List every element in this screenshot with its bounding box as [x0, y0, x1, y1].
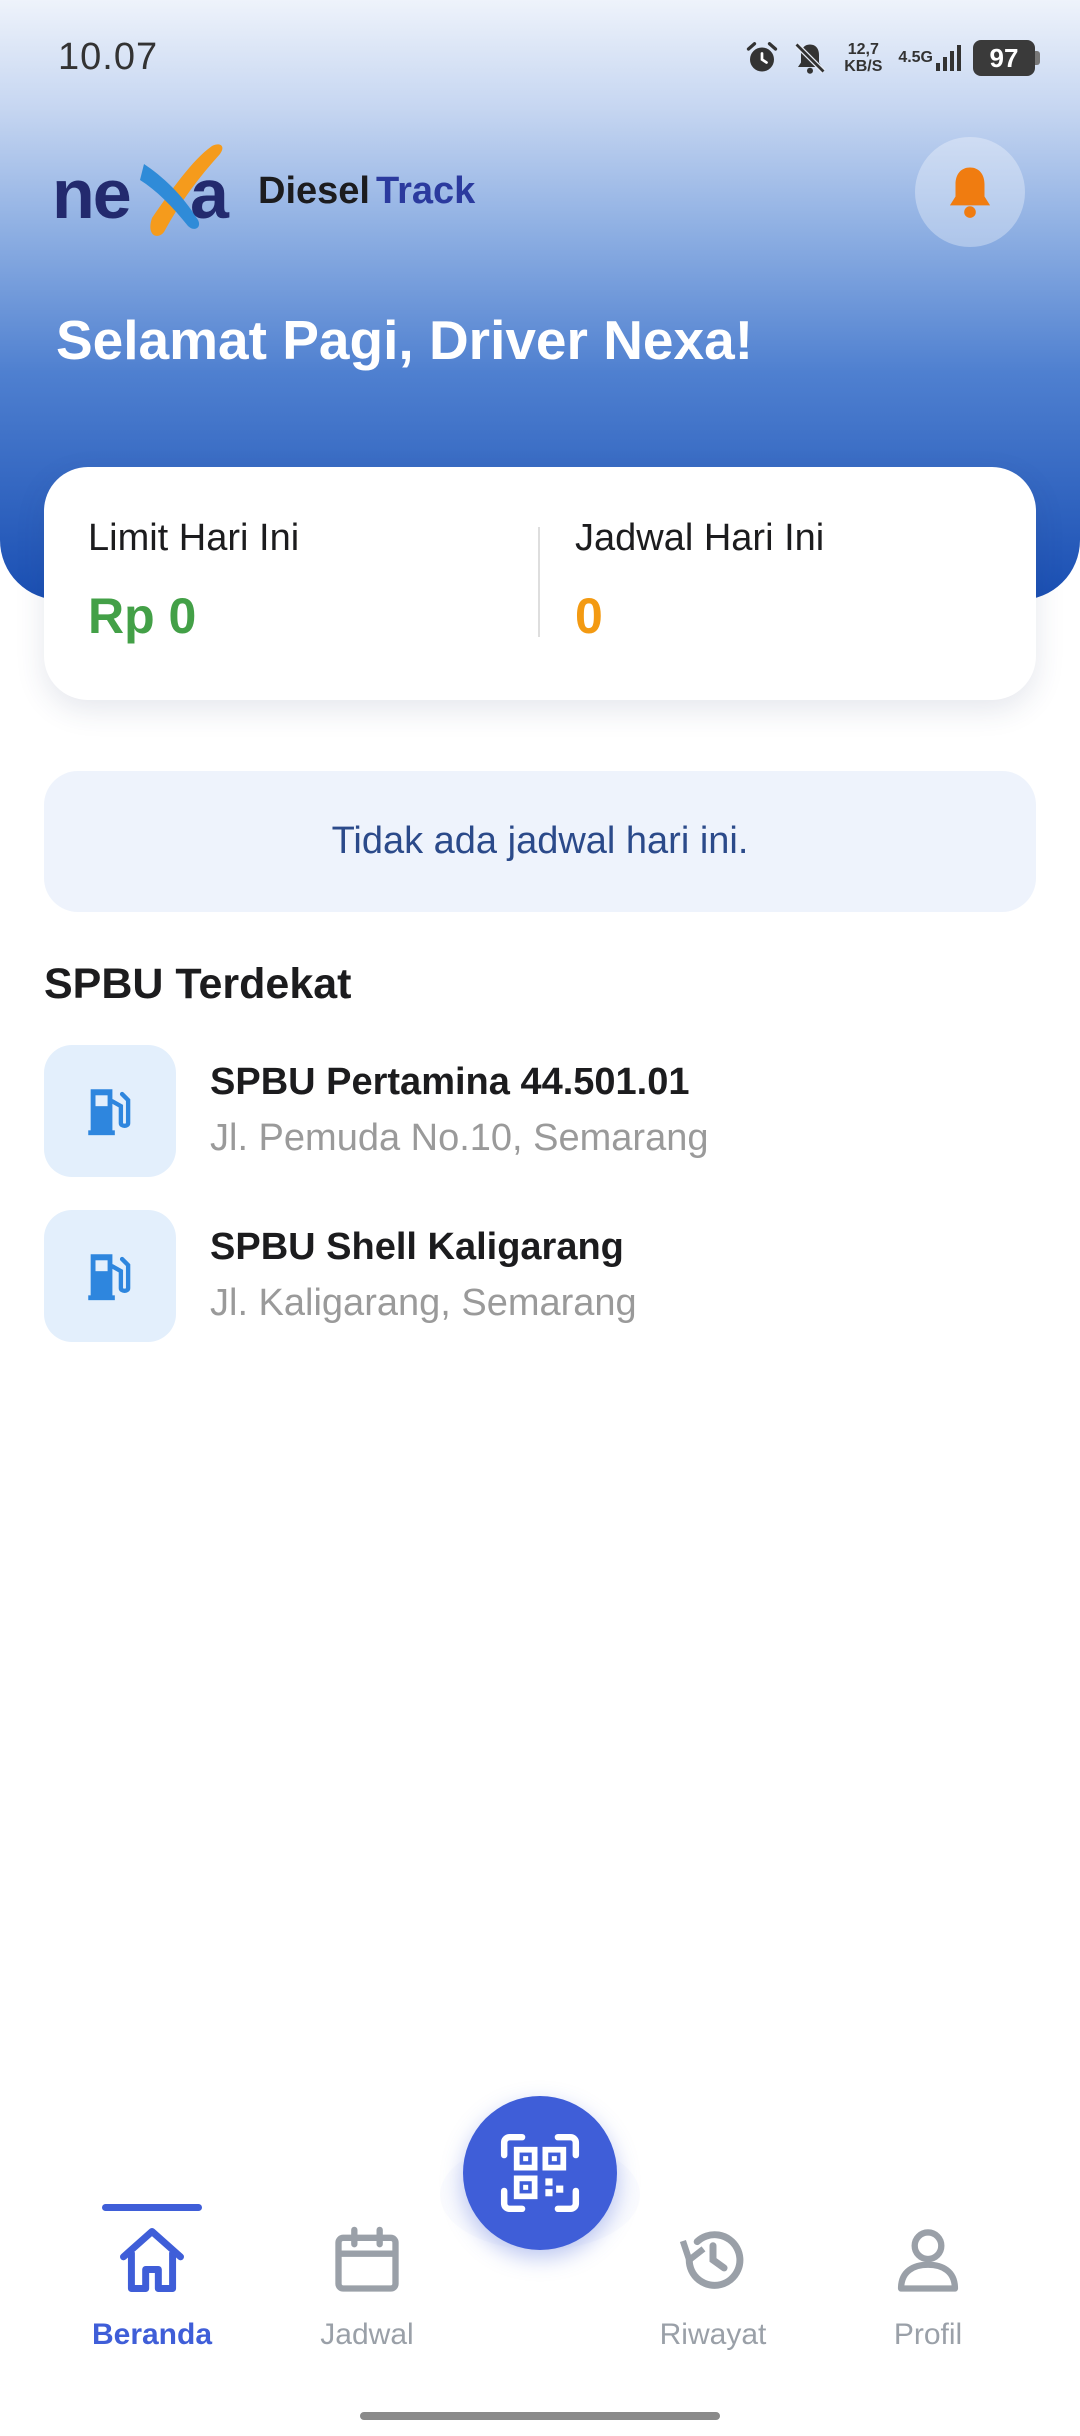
- status-icons: 12,7 KB/S 4.5G 97: [744, 34, 1040, 82]
- qr-scan-button[interactable]: [463, 2096, 617, 2250]
- nav-jadwal[interactable]: Jadwal: [267, 2160, 467, 2380]
- station-item[interactable]: SPBU Shell Kaligarang Jl. Kaligarang, Se…: [44, 1210, 1036, 1344]
- mute-bell-icon: [794, 42, 826, 74]
- station-name: SPBU Pertamina 44.501.01: [210, 1061, 690, 1103]
- fuel-pump-icon: [88, 1089, 131, 1136]
- nav-label: Profil: [893, 2318, 963, 2351]
- svg-text:a: a: [190, 155, 230, 233]
- app-title-primary: Diesel: [258, 170, 370, 212]
- daily-summary-card: Limit Hari Ini Rp 0 Jadwal Hari Ini 0: [44, 467, 1036, 700]
- station-address: Jl. Kaligarang, Semarang: [210, 1282, 637, 1324]
- station-icon-box: [44, 1045, 176, 1177]
- nav-label: Jadwal: [320, 2318, 414, 2351]
- network-type: 4.5G: [898, 49, 933, 66]
- qr-scan-icon: [500, 2133, 580, 2213]
- summary-divider: [538, 527, 540, 637]
- nexa-logo: ne a: [52, 144, 230, 236]
- limit-value: Rp 0: [88, 588, 197, 644]
- nav-label: Riwayat: [659, 2318, 767, 2351]
- status-time: 10.07: [58, 36, 159, 78]
- schedule-label: Jadwal Hari Ini: [575, 517, 825, 559]
- calendar-icon: [335, 2226, 399, 2292]
- app-title: Diesel Track: [258, 170, 475, 213]
- nav-beranda[interactable]: Beranda: [52, 2160, 252, 2380]
- active-tab-indicator: [102, 2204, 202, 2211]
- station-item[interactable]: SPBU Pertamina 44.501.01 Jl. Pemuda No.1…: [44, 1045, 1036, 1179]
- app-title-accent: Track: [375, 170, 476, 212]
- greeting-text: Selamat Pagi, Driver Nexa!: [56, 309, 754, 371]
- nav-riwayat[interactable]: Riwayat: [613, 2160, 813, 2380]
- bell-icon: [949, 167, 991, 218]
- schedule-value: 0: [575, 588, 603, 644]
- battery-indicator: 97: [973, 40, 1040, 76]
- alarm-icon: [747, 42, 778, 72]
- station-icon-box: [44, 1210, 176, 1342]
- battery-tip: [1035, 51, 1040, 65]
- speed-value: 12,7: [847, 41, 879, 58]
- home-indicator[interactable]: [360, 2412, 720, 2420]
- station-address: Jl. Pemuda No.10, Semarang: [210, 1117, 709, 1159]
- nav-label: Beranda: [91, 2318, 213, 2351]
- svg-text:ne: ne: [52, 155, 130, 233]
- battery-level: 97: [973, 40, 1035, 76]
- fuel-pump-icon: [88, 1254, 131, 1301]
- limit-label: Limit Hari Ini: [88, 517, 300, 559]
- profile-icon: [897, 2229, 959, 2292]
- home-icon: [120, 2228, 184, 2292]
- no-schedule-notice: Tidak ada jadwal hari ini.: [44, 771, 1036, 912]
- cellular-signal: 4.5G: [898, 43, 961, 73]
- nearby-stations-title: SPBU Terdekat: [44, 960, 352, 1008]
- speed-unit: KB/S: [844, 58, 883, 75]
- history-icon: [679, 2231, 744, 2289]
- notification-button[interactable]: [915, 137, 1025, 247]
- station-name: SPBU Shell Kaligarang: [210, 1226, 624, 1268]
- nav-profil[interactable]: Profil: [828, 2160, 1028, 2380]
- network-speed: 12,7 KB/S: [840, 41, 886, 75]
- signal-bars-icon: [936, 45, 961, 71]
